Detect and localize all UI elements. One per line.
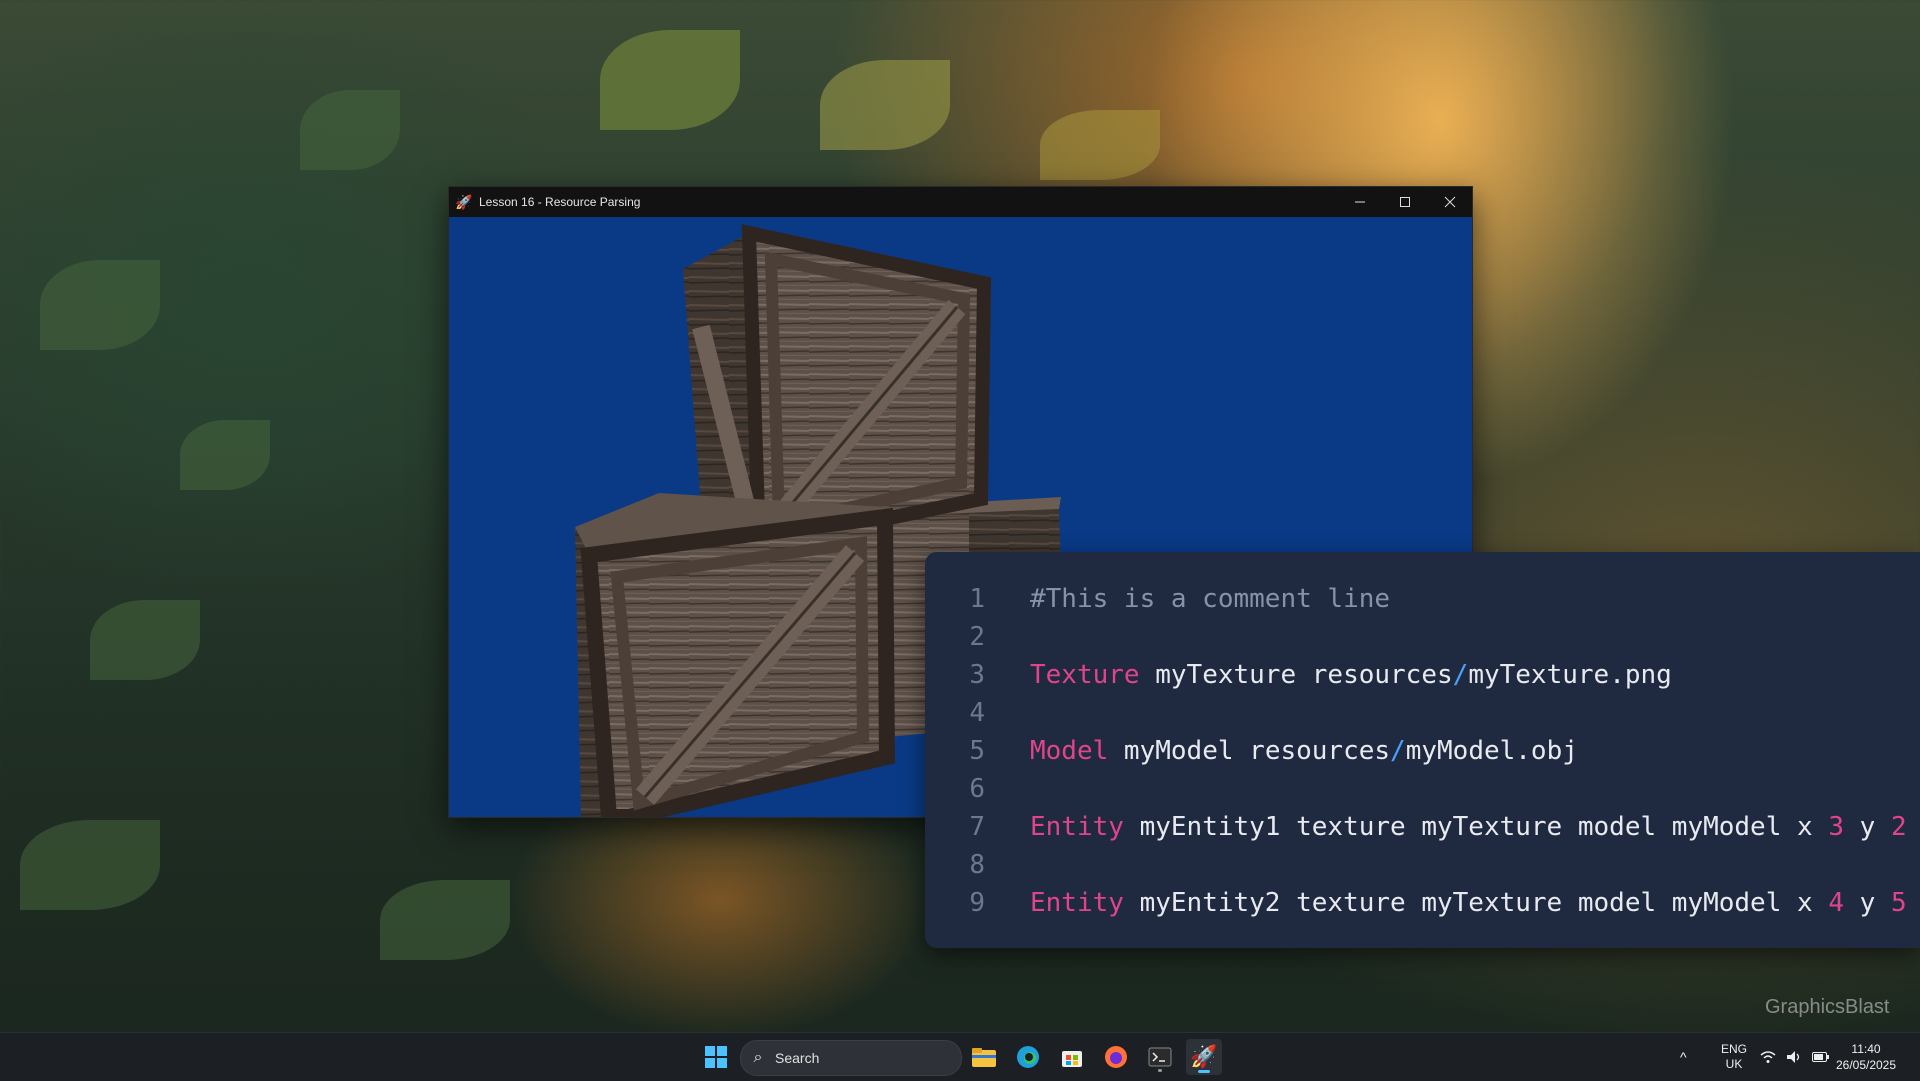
line-number: 8 [969,850,985,880]
running-indicator [1158,1069,1162,1072]
taskbar: ⌕ Search 🚀 ^ ENG UK 11:40 26/05/2025 [0,1032,1920,1081]
edge-icon [1017,1046,1039,1068]
active-indicator [1198,1070,1210,1073]
minimize-icon [1354,201,1365,203]
code-text: y [1843,812,1891,842]
code-text: y [1843,888,1891,918]
taskbar-firefox[interactable] [1098,1039,1134,1075]
search-icon: ⌕ [753,1049,763,1066]
close-button[interactable] [1427,187,1472,217]
code-keyword: Model [1030,736,1109,766]
language-indicator[interactable]: ENG UK [1714,1033,1754,1081]
line-number: 2 [969,622,985,652]
taskbar-rocket-app[interactable]: 🚀 [1186,1039,1222,1075]
code-slash: / [1390,736,1406,766]
taskbar-store[interactable] [1054,1039,1090,1075]
code-line: 9 Entity myEntity2 texture myTexture mod… [925,886,1920,920]
taskbar-search[interactable]: ⌕ Search [740,1040,962,1076]
crate-front [575,493,896,817]
clock-time: 11:40 [1851,1042,1881,1056]
code-line: 1 #This is a comment line [925,582,1390,616]
rocket-app-icon: 🚀 [1190,1044,1218,1069]
code-text: myEntity1 texture myTexture model myMode… [1123,812,1829,842]
volume-icon [1787,1051,1800,1063]
clock[interactable]: 11:40 26/05/2025 [1830,1033,1902,1081]
code-slash: / [1452,660,1469,690]
code-line: 2 [925,620,1030,654]
code-line: 3 Texture myTexture resources / myTexture.… [925,658,1672,692]
language-code: ENG [1720,1042,1747,1056]
code-number: 5 [1890,888,1907,918]
window-title: Lesson 16 - Resource Parsing [479,195,641,209]
language-region: UK [1725,1057,1743,1071]
firefox-icon [1105,1046,1127,1068]
code-comment: #This is a comment line [1030,584,1391,614]
tray-overflow-button[interactable]: ^ [1680,1033,1687,1081]
battery-icon [1812,1052,1829,1062]
system-status[interactable] [1760,1033,1830,1081]
maximize-icon [1399,197,1410,207]
minimize-button[interactable] [1337,187,1382,217]
line-number: 9 [969,888,985,918]
close-icon [1444,196,1455,208]
search-placeholder: Search [775,1050,820,1066]
line-number: 6 [969,774,985,804]
code-number: 3 [1828,812,1844,842]
windows-start-icon [705,1046,727,1068]
code-text: myModel resources [1108,736,1391,766]
code-line: 4 [925,696,1030,730]
watermark: GraphicsBlast [1765,996,1890,1018]
code-line: 5 Model myModel resources / myModel.obj [925,734,1578,768]
code-text: myTexture.png [1468,660,1672,690]
taskbar-terminal[interactable] [1142,1039,1178,1075]
terminal-icon [1148,1047,1172,1067]
store-icon [1062,1051,1082,1067]
code-line: 6 [925,772,1030,806]
rocket-icon: 🚀 [455,193,473,210]
chevron-up-icon: ^ [1680,1049,1687,1065]
wifi-icon [1760,1051,1776,1063]
line-number: 5 [969,736,985,766]
line-number: 7 [969,812,985,842]
start-button[interactable] [698,1039,734,1075]
window-titlebar[interactable]: 🚀 Lesson 16 - Resource Parsing [449,187,1472,217]
code-number: 4 [1828,888,1844,918]
code-text: z [1907,812,1920,842]
code-keyword: Entity [1030,812,1124,842]
code-line: 7 Entity myEntity1 texture myTexture mod… [925,810,1920,844]
code-snippet-card: 1 #This is a comment line 2 3 Texture my… [925,552,1920,948]
line-number: 3 [969,660,985,690]
code-text: z [1907,888,1920,918]
maximize-button[interactable] [1382,187,1427,217]
code-text: myEntity2 texture myTexture model myMode… [1123,888,1829,918]
taskbar-file-explorer[interactable] [966,1039,1002,1075]
code-keyword: Entity [1030,888,1124,918]
line-number: 4 [969,698,985,728]
code-number: 2 [1890,812,1907,842]
file-explorer-icon [972,1048,996,1067]
code-keyword: Texture [1030,660,1140,690]
code-text: myTexture resources [1139,660,1453,690]
line-number: 1 [969,584,985,614]
clock-date: 26/05/2025 [1835,1058,1897,1072]
code-text: myModel.obj [1405,736,1578,766]
taskbar-edge[interactable] [1010,1039,1046,1075]
code-line: 8 [925,848,1030,882]
